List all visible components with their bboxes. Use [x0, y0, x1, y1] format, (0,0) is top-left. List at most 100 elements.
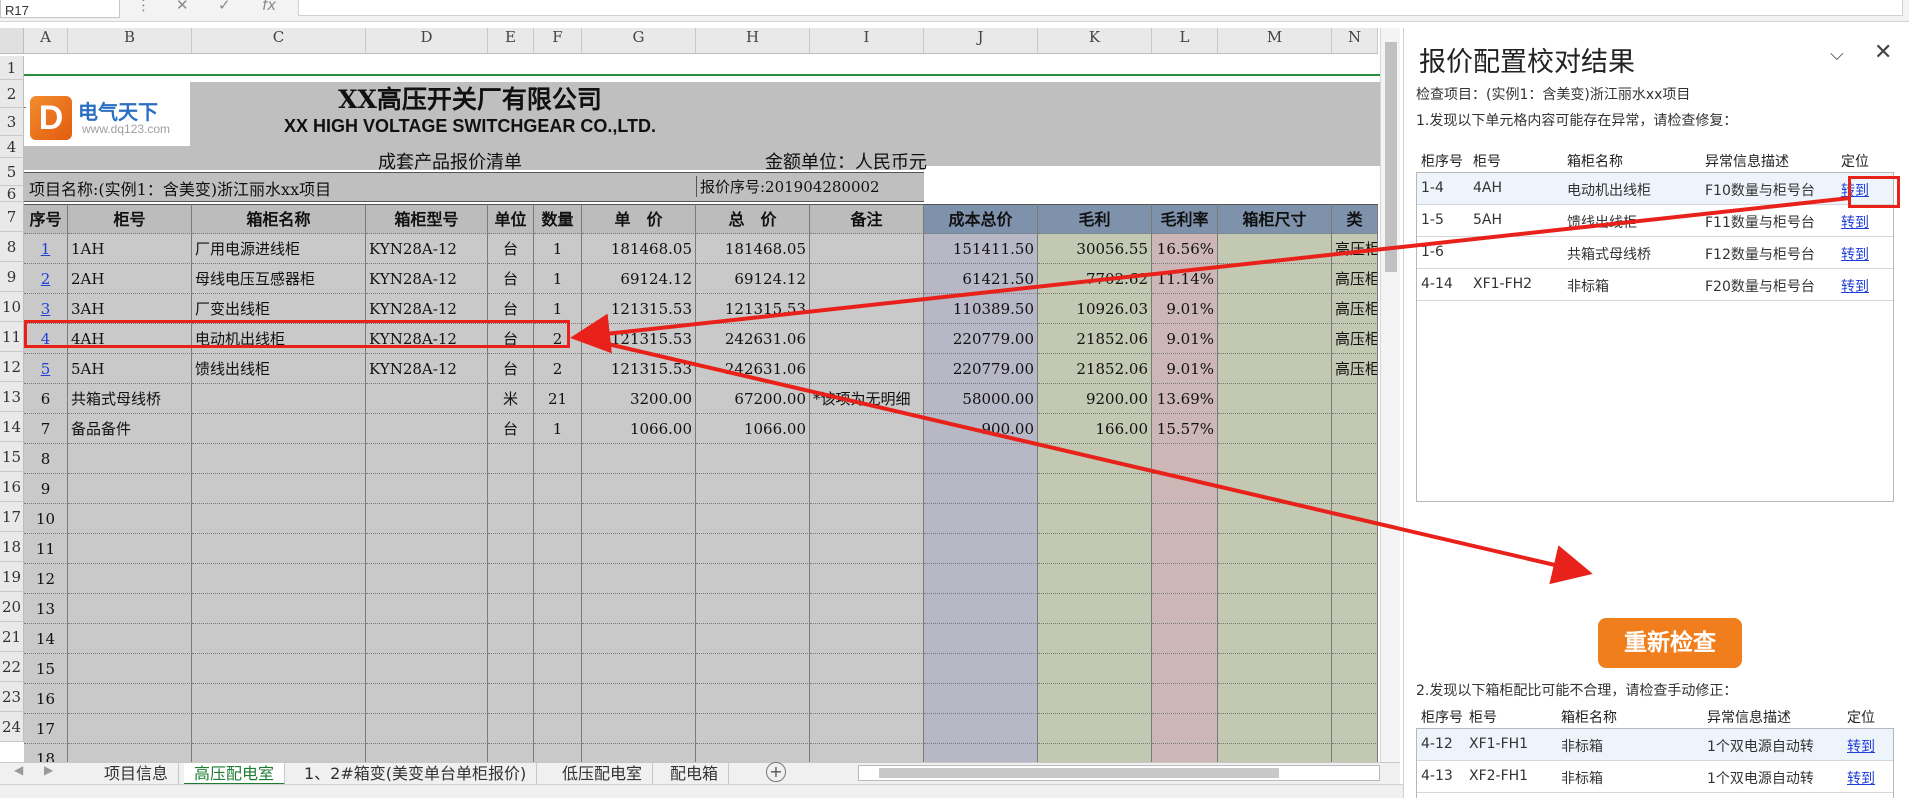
table-cell[interactable]	[488, 684, 534, 714]
table-cell[interactable]	[534, 744, 582, 764]
tab-lv-room[interactable]: 低压配电室	[552, 763, 654, 785]
table-cell[interactable]	[534, 594, 582, 624]
table-cell[interactable]	[582, 474, 696, 504]
table-header-cell[interactable]: 备注	[810, 204, 924, 234]
table-cell[interactable]	[1332, 564, 1378, 594]
table-cell[interactable]	[1332, 744, 1378, 764]
table-cell[interactable]	[488, 624, 534, 654]
table-cell[interactable]	[1038, 534, 1152, 564]
tab-next-icon[interactable]: ▶	[44, 763, 53, 777]
table-cell[interactable]	[534, 624, 582, 654]
table-cell[interactable]: 900.00	[924, 414, 1038, 444]
table-cell[interactable]	[1332, 504, 1378, 534]
table-cell[interactable]: 21852.06	[1038, 354, 1152, 384]
table-cell[interactable]: 14	[24, 624, 68, 654]
table-cell[interactable]: 6	[24, 384, 68, 414]
table-cell[interactable]	[192, 654, 366, 684]
hscroll-thumb[interactable]	[879, 768, 1279, 778]
table-cell[interactable]: 高压柜	[1332, 324, 1378, 354]
table-cell[interactable]	[582, 744, 696, 764]
table-row[interactable]: 4-14 XF1-FH2 非标箱 F20数量与柜号台 转到	[1417, 269, 1893, 301]
table-cell[interactable]: 10	[24, 504, 68, 534]
tab-project-info[interactable]: 项目信息	[94, 763, 180, 785]
column-header[interactable]: I	[810, 28, 924, 54]
table-cell[interactable]	[696, 654, 810, 684]
table-header-cell[interactable]: 箱柜尺寸	[1218, 204, 1332, 234]
table-cell[interactable]	[924, 534, 1038, 564]
row-header[interactable]: 1	[0, 56, 24, 80]
table-cell[interactable]	[1332, 384, 1378, 414]
table-cell[interactable]	[924, 504, 1038, 534]
row-header[interactable]: 17	[0, 502, 24, 532]
table-cell[interactable]: 9200.00	[1038, 384, 1152, 414]
column-header[interactable]: A	[24, 28, 68, 54]
goto-link[interactable]: 转到	[1841, 212, 1891, 232]
table-header-cell[interactable]: 单 价	[582, 204, 696, 234]
table-cell[interactable]: 10926.03	[1038, 294, 1152, 324]
table-cell[interactable]	[534, 714, 582, 744]
column-header[interactable]: F	[534, 28, 582, 54]
table-cell[interactable]	[68, 594, 192, 624]
row-header[interactable]: 15	[0, 442, 24, 472]
table-cell[interactable]	[696, 504, 810, 534]
table-cell[interactable]	[534, 504, 582, 534]
table-cell[interactable]	[366, 714, 488, 744]
column-header[interactable]: H	[696, 28, 810, 54]
goto-link[interactable]: 转到	[1841, 276, 1891, 296]
table-cell[interactable]: KYN28A-12	[366, 264, 488, 294]
table-cell[interactable]	[924, 444, 1038, 474]
table-cell[interactable]	[582, 654, 696, 684]
table-cell[interactable]: 母线电压互感器柜	[192, 264, 366, 294]
column-header[interactable]: G	[582, 28, 696, 54]
table-cell[interactable]: 67200.00	[696, 384, 810, 414]
table-cell[interactable]: 242631.06	[696, 354, 810, 384]
table-cell[interactable]: 181468.05	[696, 234, 810, 264]
table-cell[interactable]	[1218, 744, 1332, 764]
table-cell[interactable]	[1218, 354, 1332, 384]
row-header[interactable]: 19	[0, 562, 24, 592]
table-cell[interactable]	[1332, 714, 1378, 744]
table-cell[interactable]: 2AH	[68, 264, 192, 294]
table-cell[interactable]: KYN28A-12	[366, 234, 488, 264]
table-cell[interactable]	[488, 534, 534, 564]
table-cell[interactable]: 242631.06	[696, 324, 810, 354]
table-cell[interactable]	[810, 624, 924, 654]
scroll-thumb[interactable]	[1385, 42, 1397, 272]
table-cell[interactable]	[1152, 504, 1218, 534]
table-cell[interactable]	[366, 624, 488, 654]
table-cell[interactable]	[810, 264, 924, 294]
table-cell[interactable]	[924, 654, 1038, 684]
table-header-cell[interactable]: 数量	[534, 204, 582, 234]
row-header[interactable]: 20	[0, 592, 24, 622]
cancel-icon[interactable]: ✕	[176, 0, 189, 14]
row-header[interactable]: 18	[0, 532, 24, 562]
table-cell[interactable]	[696, 594, 810, 624]
chevron-down-icon[interactable]: ⌵	[1830, 44, 1844, 65]
table-cell[interactable]	[68, 624, 192, 654]
table-cell[interactable]	[582, 684, 696, 714]
table-cell[interactable]	[1332, 654, 1378, 684]
table-header-cell[interactable]: 柜号	[68, 204, 192, 234]
table-cell[interactable]	[488, 564, 534, 594]
table-cell[interactable]: 12	[24, 564, 68, 594]
table-cell[interactable]	[488, 744, 534, 764]
row-header[interactable]: 3	[0, 108, 24, 136]
table-cell[interactable]: 110389.50	[924, 294, 1038, 324]
table-cell[interactable]: 厂用电源进线柜	[192, 234, 366, 264]
table-header-cell[interactable]: 单位	[488, 204, 534, 234]
row-header[interactable]: 2	[0, 80, 24, 108]
table-cell[interactable]	[696, 534, 810, 564]
table-cell[interactable]	[1152, 714, 1218, 744]
table-cell[interactable]: 共箱式母线桥	[68, 384, 192, 414]
table-cell[interactable]	[1218, 684, 1332, 714]
table-cell[interactable]: 17	[24, 714, 68, 744]
table-row[interactable]: 4-12 XF1-FH1 非标箱 1个双电源自动转 转到	[1417, 729, 1893, 761]
table-cell[interactable]: 9.01%	[1152, 324, 1218, 354]
column-header[interactable]: D	[366, 28, 488, 54]
table-cell[interactable]	[1218, 234, 1332, 264]
table-cell[interactable]	[810, 354, 924, 384]
table-cell[interactable]	[192, 564, 366, 594]
table-cell[interactable]: 151411.50	[924, 234, 1038, 264]
row-header[interactable]: 8	[0, 232, 24, 262]
table-cell[interactable]	[1038, 594, 1152, 624]
